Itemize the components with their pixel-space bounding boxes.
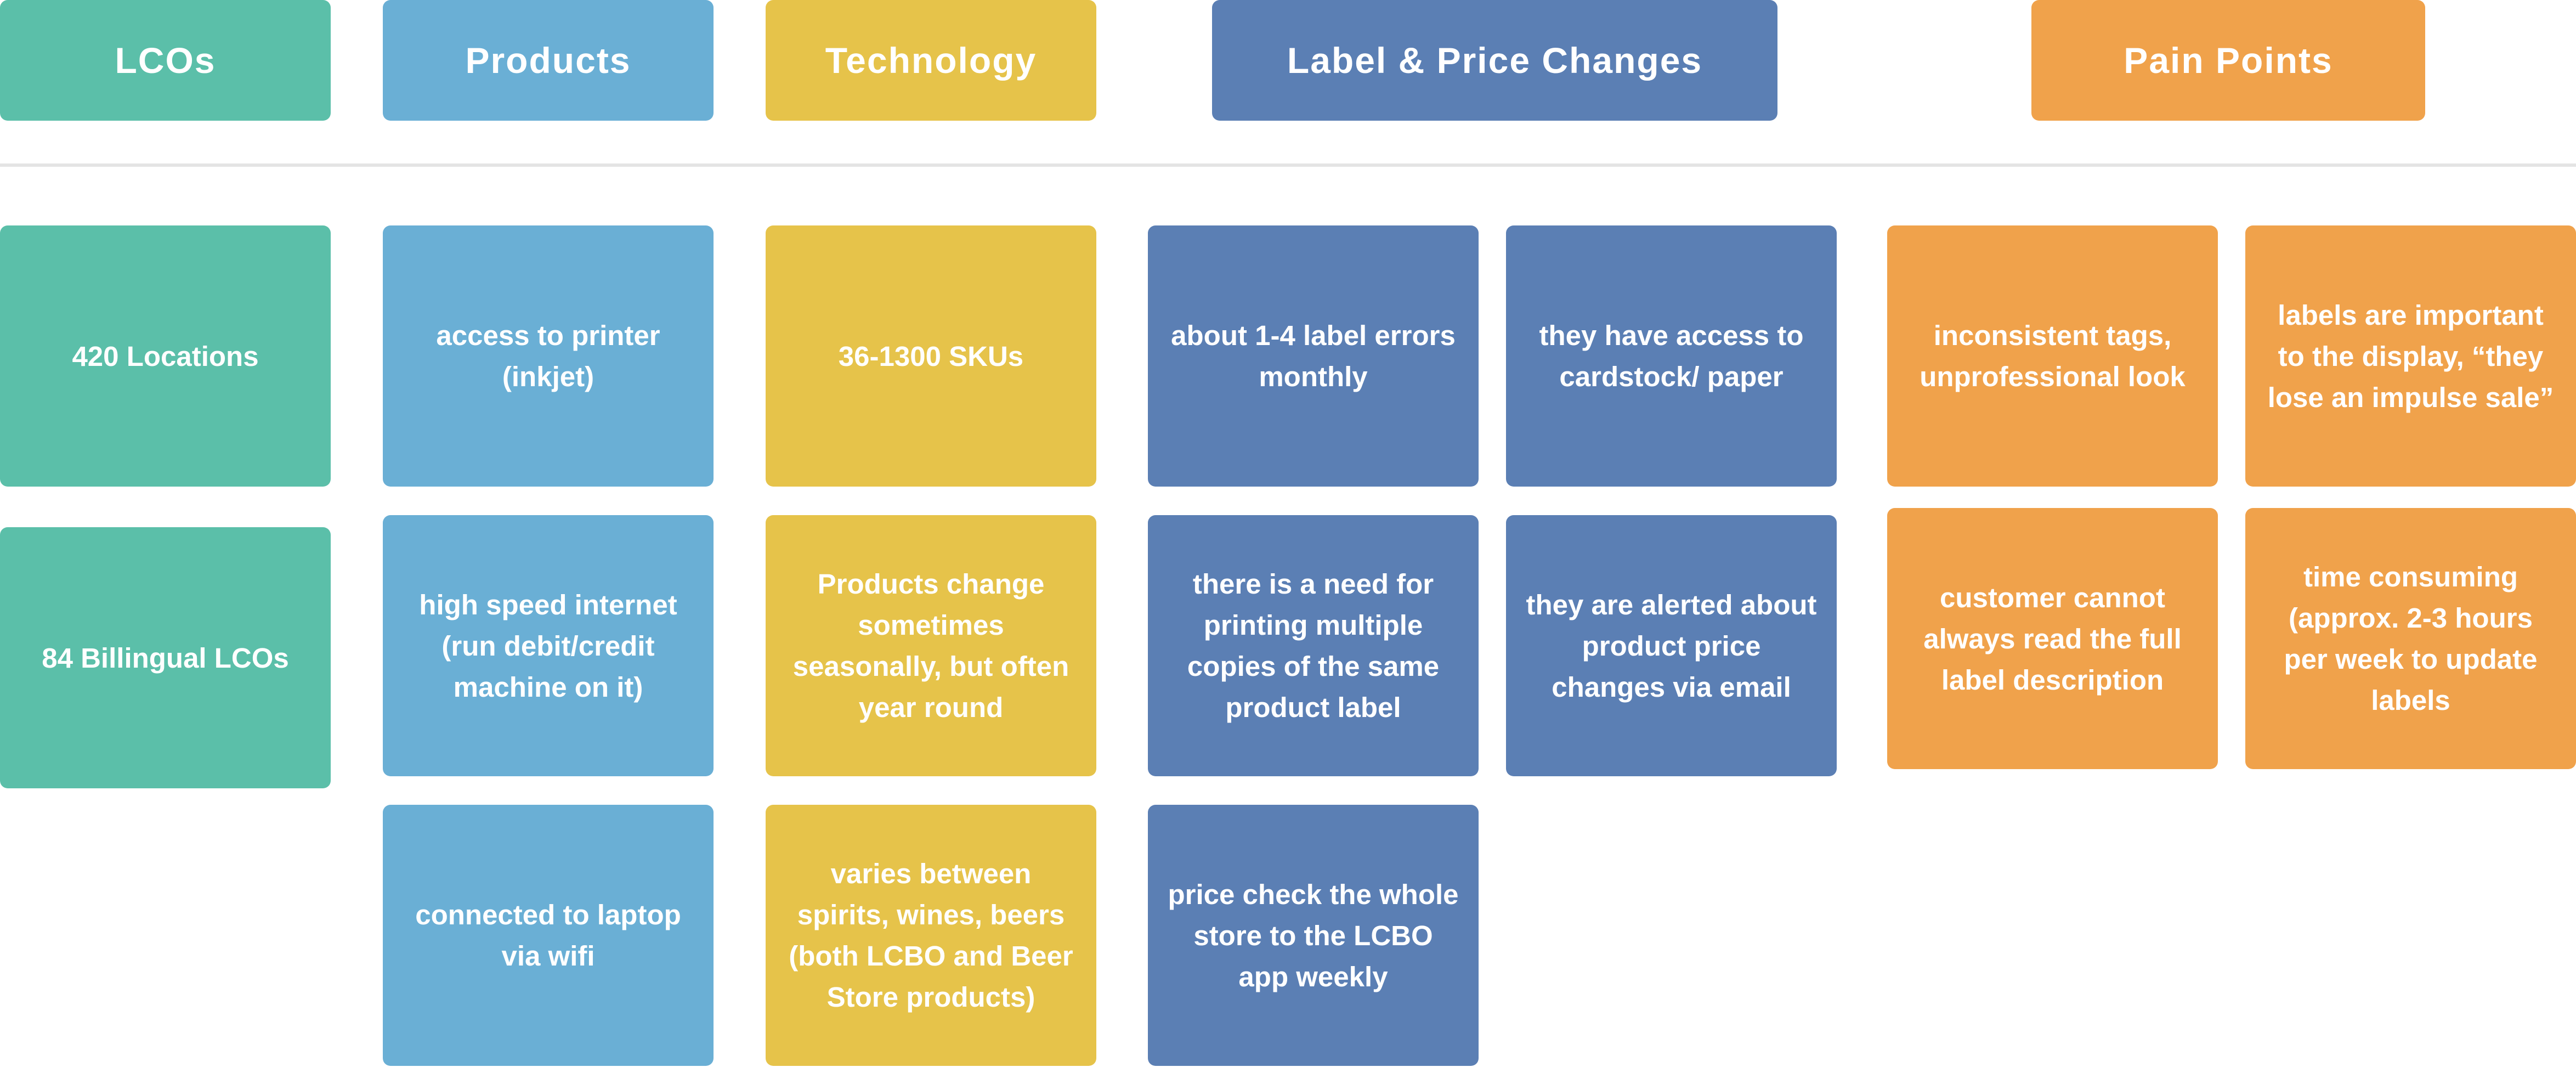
header-technology: Technology (766, 0, 1096, 121)
sticky-note-pain-point-2: customer cannot always read the full lab… (1887, 508, 2218, 769)
sticky-note-label-price-3: price check the whole store to the LCBO … (1148, 805, 1479, 1066)
sticky-note-technology-3: varies between spirits, wines, beers (bo… (766, 805, 1096, 1066)
sticky-note-technology-2: Products change sometimes seasonally, bu… (766, 515, 1096, 776)
sticky-note-products-3: connected to laptop via wifi (383, 805, 714, 1066)
header-label-price-changes: Label & Price Changes (1212, 0, 1777, 121)
sticky-note-lcos-1: 420 Locations (0, 225, 331, 487)
header-pain-points: Pain Points (2031, 0, 2425, 121)
sticky-note-label-price-1: about 1-4 label errors monthly (1148, 225, 1479, 487)
header-products: Products (383, 0, 714, 121)
sticky-note-lcos-2: 84 Billingual LCOs (0, 527, 331, 788)
sticky-note-technology-1: 36-1300 SKUs (766, 225, 1096, 487)
sticky-note-label-price-2: there is a need for printing multiple co… (1148, 515, 1479, 776)
header-lcos: LCOs (0, 0, 331, 121)
sticky-note-pain-point-1: inconsistent tags, unprofessional look (1887, 225, 2218, 487)
sticky-note-products-1: access to printer (inkjet) (383, 225, 714, 487)
sticky-note-products-2: high speed internet (run debit/credit ma… (383, 515, 714, 776)
sticky-note-label-price-4: they have access to cardstock/ paper (1506, 225, 1837, 487)
section-divider (0, 163, 2576, 167)
sticky-note-pain-point-3: labels are important to the display, “th… (2245, 225, 2576, 487)
sticky-note-pain-point-4: time consuming (approx. 2-3 hours per we… (2245, 508, 2576, 769)
sticky-note-label-price-5: they are alerted about product price cha… (1506, 515, 1837, 776)
